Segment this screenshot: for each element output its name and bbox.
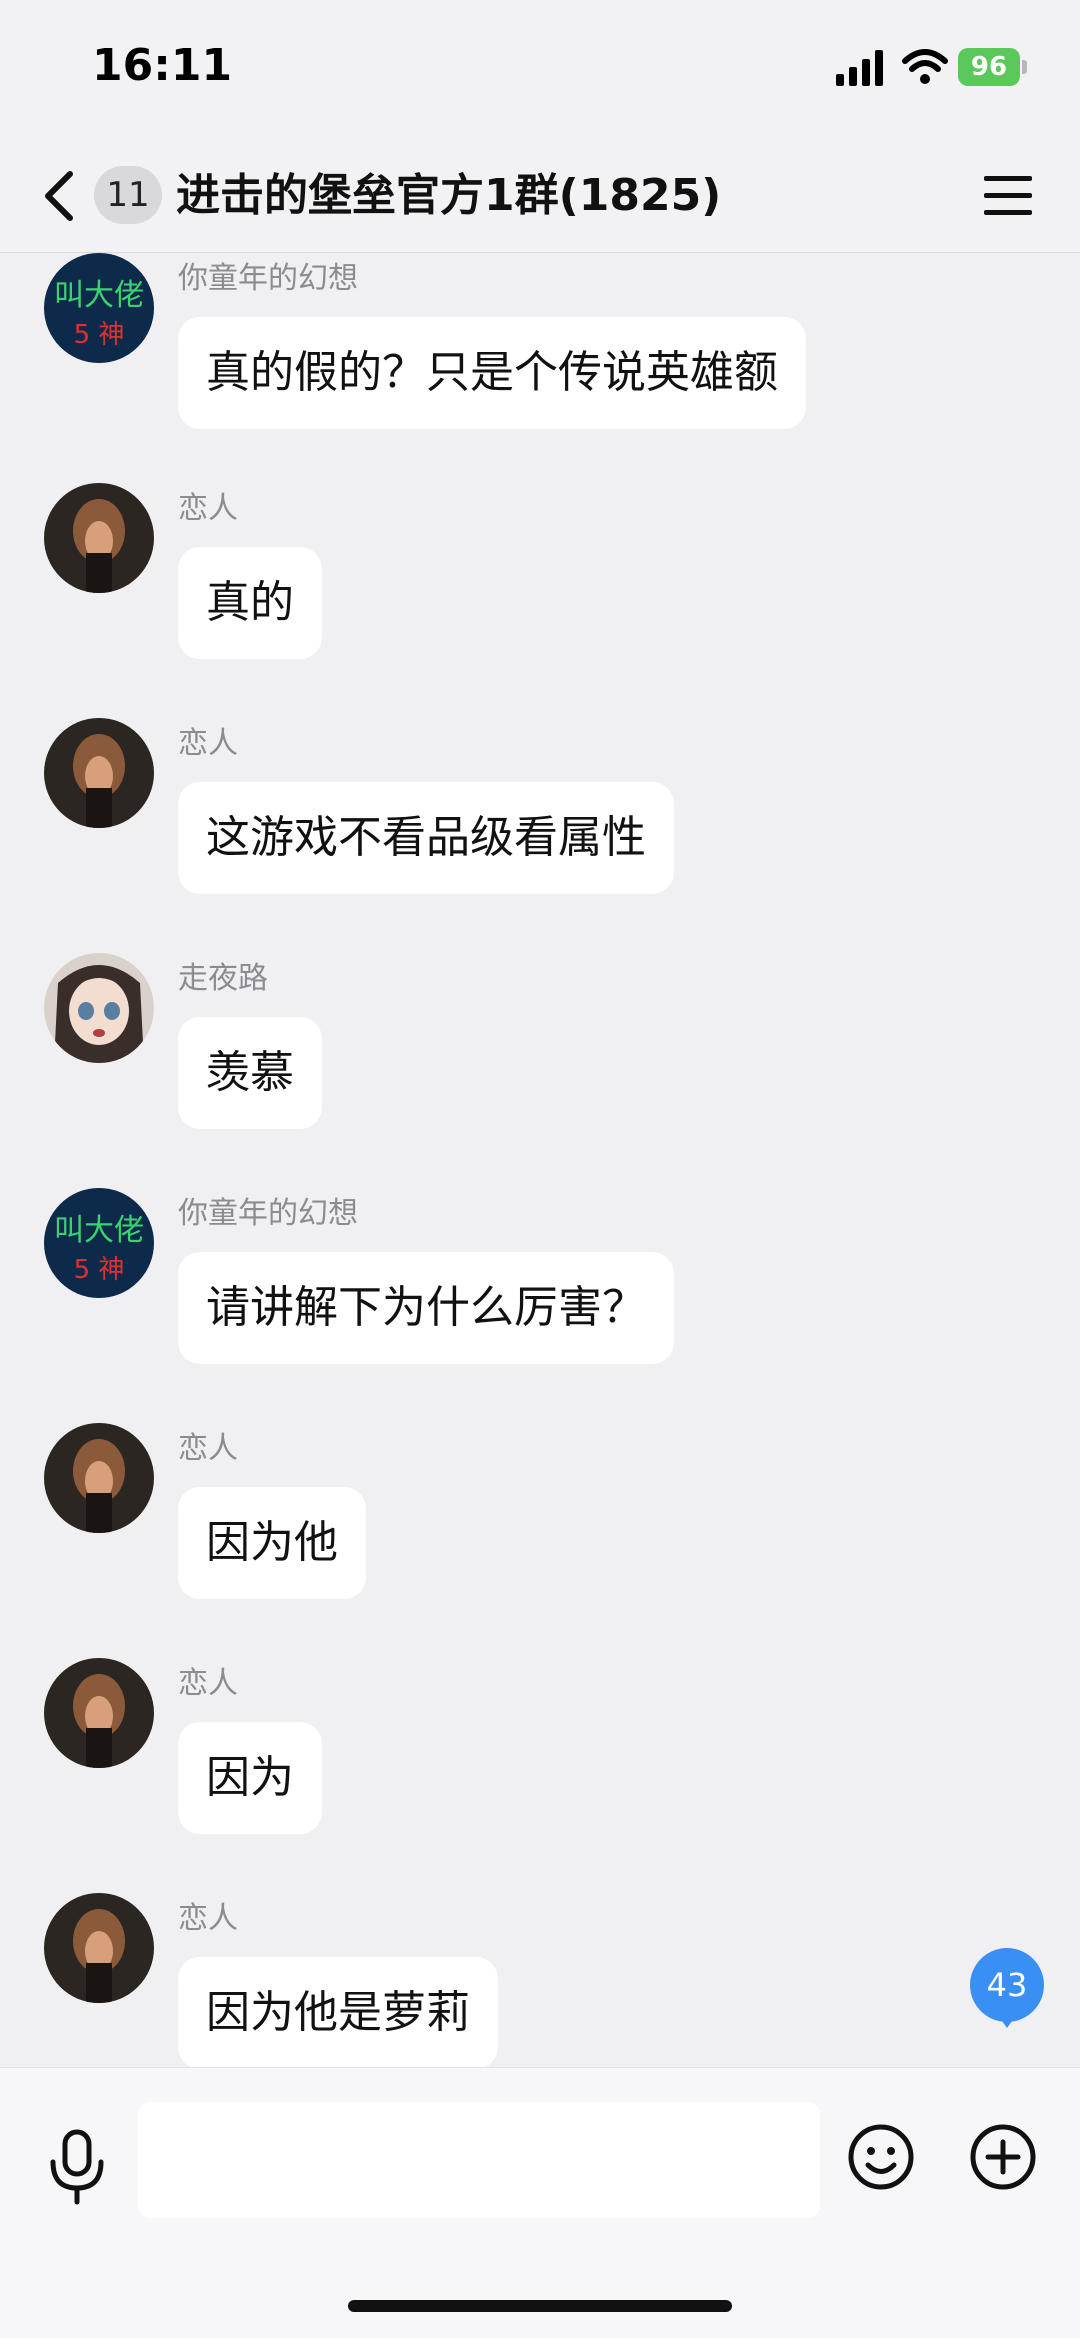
avatar[interactable] — [44, 1658, 154, 1768]
cellular-signal-icon — [836, 50, 883, 86]
microphone-icon[interactable] — [42, 2126, 112, 2206]
avatar-logo-text-2: 5 神 — [74, 320, 125, 350]
sender-name: 你童年的幻想 — [178, 1196, 358, 1231]
new-messages-pointer — [997, 2014, 1017, 2028]
message-bubble[interactable]: 因为他 — [178, 1487, 366, 1599]
sender-name: 恋人 — [178, 1666, 238, 1701]
chat-header: 11 进击的堡垒官方1群(1825) — [0, 140, 1080, 253]
avatar-image — [44, 1423, 154, 1533]
battery-indicator: 96 — [958, 48, 1027, 86]
menu-icon[interactable] — [980, 168, 1036, 224]
home-indicator[interactable] — [348, 2300, 732, 2312]
avatar-image — [44, 1658, 154, 1768]
wifi-icon — [902, 49, 948, 84]
avatar[interactable] — [44, 1423, 154, 1533]
avatar-image — [44, 718, 154, 828]
sender-name: 恋人 — [178, 491, 238, 526]
avatar-image — [44, 1893, 154, 2003]
chat-title: 进击的堡垒官方1群(1825) — [176, 170, 722, 221]
new-messages-button[interactable]: 43 — [970, 1948, 1044, 2022]
avatar[interactable] — [44, 1893, 154, 2003]
sender-name: 你童年的幻想 — [178, 261, 358, 296]
avatar-image: 叫大佬 5 神 — [44, 253, 154, 363]
composer-bar — [0, 2067, 1080, 2338]
message-list[interactable]: 叫大佬 5 神 你童年的幻想 真的假的？只是个传说英雄额 恋人 真的 恋人 这游… — [0, 253, 1080, 2067]
avatar[interactable] — [44, 718, 154, 828]
message-bubble[interactable]: 这游戏不看品级看属性 — [178, 782, 674, 894]
battery-percent: 96 — [970, 52, 1008, 82]
avatar-image — [44, 953, 154, 1063]
avatar-logo-text-1: 叫大佬 — [54, 278, 144, 313]
back-chevron-icon[interactable] — [34, 160, 90, 232]
avatar[interactable]: 叫大佬 5 神 — [44, 253, 154, 363]
message-bubble[interactable]: 因为他是萝莉 — [178, 1957, 498, 2067]
sender-name: 恋人 — [178, 1431, 238, 1466]
message-bubble[interactable]: 请讲解下为什么厉害？ — [178, 1252, 674, 1364]
avatar-image: 叫大佬 5 神 — [44, 1188, 154, 1298]
avatar-logo-text-1: 叫大佬 — [54, 1213, 144, 1248]
avatar[interactable] — [44, 953, 154, 1063]
status-time: 16:11 — [92, 40, 233, 91]
avatar-logo-text-2: 5 神 — [74, 1255, 125, 1285]
unread-count-badge[interactable]: 11 — [94, 166, 162, 224]
sender-name: 走夜路 — [178, 961, 268, 996]
message-bubble[interactable]: 真的假的？只是个传说英雄额 — [178, 317, 806, 429]
message-bubble[interactable]: 因为 — [178, 1722, 322, 1834]
message-bubble[interactable]: 真的 — [178, 547, 322, 659]
message-bubble[interactable]: 羡慕 — [178, 1017, 322, 1129]
avatar-image — [44, 483, 154, 593]
message-input[interactable] — [138, 2102, 820, 2218]
sender-name: 恋人 — [178, 1901, 238, 1936]
plus-circle-icon[interactable] — [968, 2122, 1038, 2192]
emoji-icon[interactable] — [846, 2122, 916, 2192]
avatar[interactable]: 叫大佬 5 神 — [44, 1188, 154, 1298]
status-bar: 16:11 96 — [0, 0, 1080, 140]
sender-name: 恋人 — [178, 726, 238, 761]
avatar[interactable] — [44, 483, 154, 593]
battery-cap — [1022, 60, 1027, 74]
